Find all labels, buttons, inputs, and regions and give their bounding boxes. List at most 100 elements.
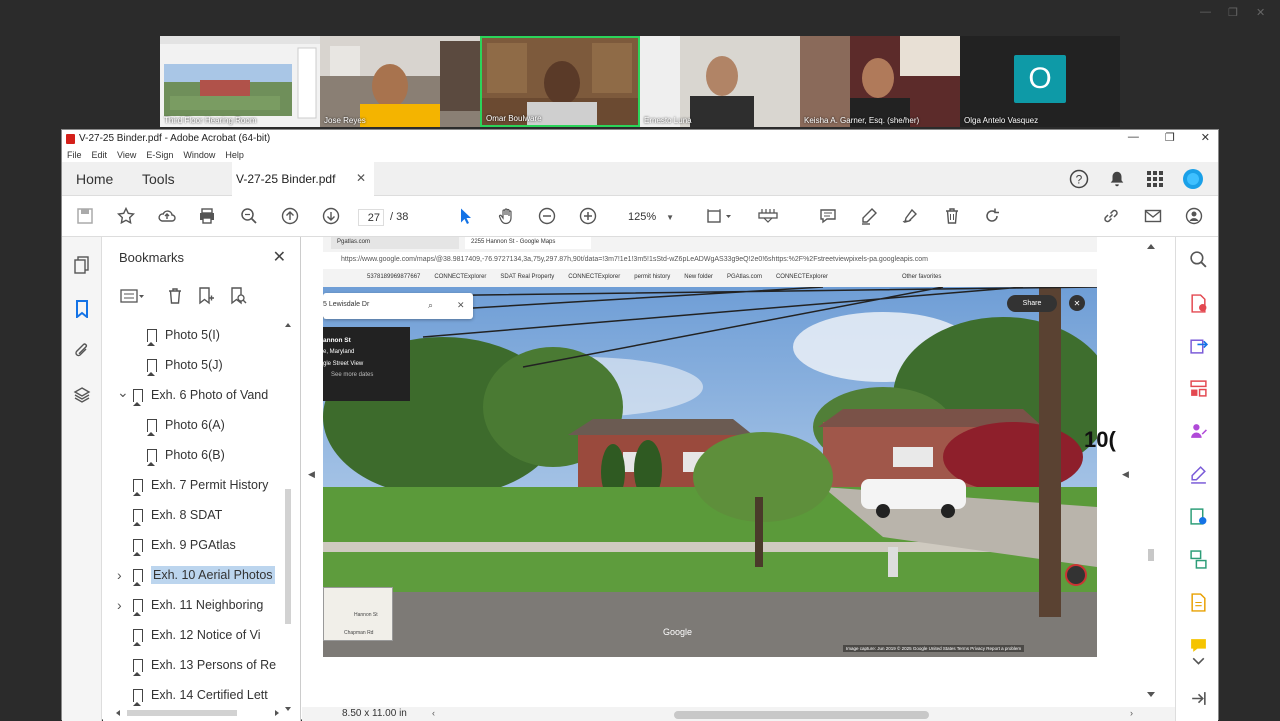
next-page-icon[interactable] — [320, 205, 342, 227]
video-tile[interactable]: Jose Reyes — [320, 36, 480, 127]
zoom-select[interactable]: 125% ▼ — [622, 208, 682, 226]
save-icon[interactable] — [74, 205, 96, 227]
comment-icon[interactable] — [817, 205, 839, 227]
video-tile[interactable]: Third Floor Hearing Room — [160, 36, 320, 127]
new-bookmark-icon[interactable] — [196, 286, 216, 306]
video-tile[interactable]: Ernesto Luna — [640, 36, 800, 127]
minimize-icon[interactable]: — — [1200, 6, 1211, 18]
close-icon: ✕ — [457, 300, 465, 310]
minimize-icon[interactable]: — — [1128, 131, 1139, 144]
delete-bookmark-icon[interactable] — [165, 286, 185, 306]
more-tools-chevron-icon[interactable] — [1187, 654, 1209, 668]
share-button: Share — [1007, 295, 1057, 312]
video-tile[interactable]: Keisha A. Garner, Esq. (she/her) — [800, 36, 960, 127]
edit-pdf-icon[interactable] — [1187, 505, 1209, 527]
bookmark-item[interactable]: Exh. 14 Certified Lett — [117, 684, 281, 706]
organize-pages-icon[interactable] — [1187, 377, 1209, 399]
draw-freehand-icon[interactable] — [899, 205, 921, 227]
previous-page-icon[interactable] — [279, 205, 301, 227]
document-vertical-scrollbar[interactable] — [1146, 237, 1156, 707]
page-thumbnails-icon[interactable] — [71, 254, 93, 276]
tab-home[interactable]: Home — [76, 162, 113, 196]
create-pdf-icon[interactable] — [1187, 292, 1209, 314]
maximize-icon[interactable]: ❐ — [1165, 131, 1175, 144]
video-tile[interactable]: O Olga Antelo Vasquez — [960, 36, 1120, 127]
search-icon[interactable] — [238, 205, 260, 227]
collapse-left-panel-icon[interactable]: ◀ — [308, 469, 315, 480]
scroll-right-icon[interactable]: › — [1130, 708, 1133, 718]
bookmark-label: Exh. 10 Aerial Photos — [151, 566, 275, 584]
collapse-right-panel-icon[interactable]: ◀ — [1122, 469, 1129, 480]
zoom-in-icon[interactable] — [577, 205, 599, 227]
email-icon[interactable] — [1142, 205, 1164, 227]
page-number-input[interactable] — [358, 209, 384, 226]
bookmark-item[interactable]: Exh. 7 Permit History — [117, 474, 281, 496]
export-pdf-icon[interactable] — [1187, 334, 1209, 356]
request-signature-icon[interactable] — [1187, 420, 1209, 442]
chevron-right-icon[interactable]: › — [117, 597, 133, 613]
user-avatar-icon[interactable] — [1182, 168, 1204, 190]
menu-help[interactable]: Help — [225, 150, 244, 160]
scrolling-mode-icon[interactable] — [756, 205, 780, 227]
menu-view[interactable]: View — [117, 150, 136, 160]
video-tile-active-speaker[interactable]: Omar Boulware — [480, 36, 640, 127]
close-panel-icon[interactable]: ✕ — [273, 247, 286, 267]
document-view[interactable]: ◀ Pgatlas.com 2255 Hannon St - Google Ma… — [302, 237, 1176, 721]
menu-esign[interactable]: E-Sign — [146, 150, 173, 160]
bookmark-item[interactable]: ⌄ Exh. 6 Photo of Vand — [117, 384, 281, 406]
upload-cloud-icon[interactable] — [156, 205, 178, 227]
zoom-out-icon[interactable] — [536, 205, 558, 227]
page-fit-icon[interactable] — [703, 205, 735, 227]
find-bookmark-icon[interactable] — [228, 286, 248, 306]
bookmark-item[interactable]: Photo 5(J) — [131, 354, 281, 376]
menu-window[interactable]: Window — [183, 150, 215, 160]
menu-edit[interactable]: Edit — [92, 150, 108, 160]
combine-files-icon[interactable] — [1187, 548, 1209, 570]
bookmark-options-icon[interactable] — [119, 286, 147, 306]
attachments-icon[interactable] — [71, 340, 93, 362]
help-icon[interactable]: ? — [1068, 168, 1090, 190]
link-icon[interactable] — [1100, 205, 1122, 227]
select-cursor-icon[interactable] — [455, 205, 477, 227]
bookmark-item[interactable]: › Exh. 11 Neighboring — [117, 594, 281, 616]
share-people-icon[interactable] — [1183, 205, 1205, 227]
print-icon[interactable] — [196, 205, 218, 227]
favorite-item: New folder — [684, 274, 713, 280]
bookmark-item[interactable]: Photo 5(I) — [131, 324, 281, 346]
collapse-tools-icon[interactable] — [1187, 687, 1209, 709]
bookmark-item[interactable]: Photo 6(A) — [131, 414, 281, 436]
delete-icon[interactable] — [941, 205, 963, 227]
tab-tools[interactable]: Tools — [142, 162, 175, 196]
bell-icon[interactable] — [1106, 168, 1128, 190]
close-icon[interactable]: ✕ — [1256, 6, 1265, 19]
street-view-scene — [323, 287, 1097, 657]
chevron-right-icon[interactable]: › — [117, 567, 133, 583]
bookmark-item[interactable]: Exh. 8 SDAT — [117, 504, 281, 526]
horizontal-scroll-thumb[interactable] — [674, 711, 929, 719]
scan-ocr-icon[interactable] — [1187, 591, 1209, 613]
bookmark-star-icon[interactable] — [115, 205, 137, 227]
zoom-search-icon[interactable] — [1187, 248, 1209, 270]
bookmark-item[interactable]: Photo 6(B) — [131, 444, 281, 466]
scroll-left-icon[interactable]: ‹ — [432, 708, 435, 718]
bookmarks-scrollbar[interactable] — [284, 319, 292, 714]
rotate-icon[interactable] — [981, 205, 1003, 227]
close-icon[interactable]: ✕ — [1201, 131, 1210, 144]
bookmark-item[interactable]: › Exh. 10 Aerial Photos — [117, 564, 281, 586]
hand-tool-icon[interactable] — [496, 205, 518, 227]
restore-icon[interactable]: ❐ — [1228, 6, 1238, 19]
apps-grid-icon[interactable] — [1144, 168, 1166, 190]
bookmark-item[interactable]: Exh. 9 PGAtlas — [117, 534, 281, 556]
fill-sign-icon[interactable] — [1187, 463, 1209, 485]
bookmark-item[interactable]: Exh. 13 Persons of Re — [117, 654, 281, 676]
layers-icon[interactable] — [71, 384, 93, 406]
bookmarks-icon[interactable] — [71, 298, 93, 320]
bookmark-item[interactable]: Exh. 12 Notice of Vi — [117, 624, 281, 646]
document-tab-label: V-27-25 Binder.pdf — [236, 172, 336, 186]
close-tab-icon[interactable]: ✕ — [356, 171, 366, 185]
tab-document[interactable]: V-27-25 Binder.pdf ✕ — [232, 162, 374, 196]
bookmarks-horizontal-scrollbar[interactable] — [115, 709, 280, 717]
highlight-pen-icon[interactable] — [858, 205, 880, 227]
chevron-down-icon[interactable]: ⌄ — [117, 384, 133, 401]
menu-file[interactable]: File — [67, 150, 82, 160]
